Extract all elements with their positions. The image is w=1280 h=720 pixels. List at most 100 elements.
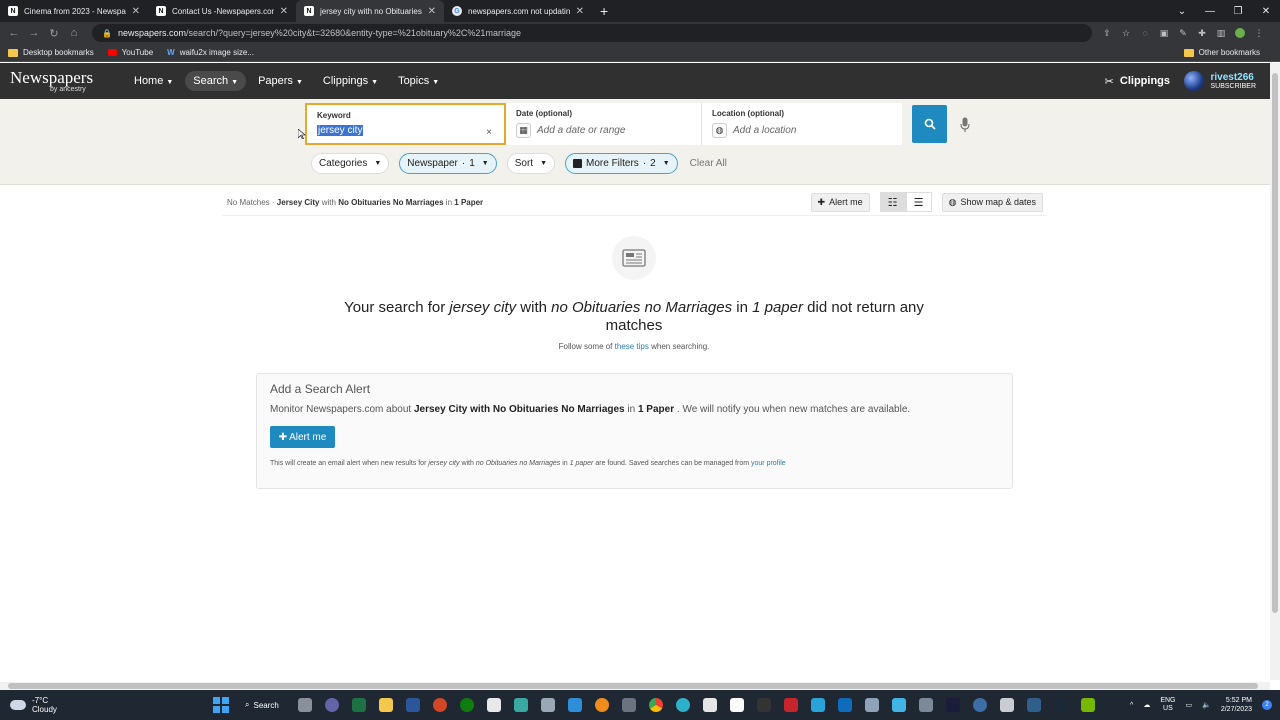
- tips-link[interactable]: these tips: [615, 342, 649, 351]
- app-icon[interactable]: [970, 695, 991, 715]
- profile-avatar-icon[interactable]: [1235, 28, 1245, 38]
- app-icon[interactable]: [835, 695, 856, 715]
- edge-icon[interactable]: [673, 695, 694, 715]
- language-indicator[interactable]: ENG US: [1160, 697, 1175, 713]
- vertical-scrollbar[interactable]: [1270, 63, 1280, 680]
- steam-icon[interactable]: [1051, 695, 1072, 715]
- scrollbar-thumb[interactable]: [8, 683, 1258, 689]
- reload-icon[interactable]: ↻: [44, 27, 64, 40]
- menu-home[interactable]: Home ▼: [126, 71, 181, 91]
- close-tab-icon[interactable]: ✕: [576, 6, 584, 17]
- clock[interactable]: 5:52 PM 2/27/2023: [1221, 696, 1252, 714]
- notepad-icon[interactable]: [484, 695, 505, 715]
- detailed-view-icon[interactable]: ☷: [879, 192, 906, 212]
- menu-kebab-icon[interactable]: ⋮: [1254, 28, 1264, 38]
- location-field[interactable]: Location (optional) ◍ Add a location: [702, 103, 902, 145]
- excel-icon[interactable]: [349, 695, 370, 715]
- menu-clippings[interactable]: Clippings ▼: [315, 71, 386, 91]
- location-input[interactable]: Add a location: [733, 125, 796, 136]
- other-bookmarks[interactable]: Other bookmarks: [1183, 48, 1260, 57]
- bookmark-desktop[interactable]: Desktop bookmarks: [8, 48, 94, 57]
- close-tab-icon[interactable]: ✕: [428, 6, 436, 17]
- address-bar[interactable]: 🔒 newspapers.com /search/?query=jersey%2…: [92, 24, 1092, 42]
- terminal-icon[interactable]: [943, 695, 964, 715]
- word-icon[interactable]: [403, 695, 424, 715]
- app-icon[interactable]: [1024, 695, 1045, 715]
- app-icon[interactable]: [889, 695, 910, 715]
- create-alert-button[interactable]: ✚ Alert me: [270, 426, 335, 448]
- menu-search[interactable]: Search ▼: [185, 71, 247, 91]
- show-map-dates-button[interactable]: ◍ Show map & dates: [941, 192, 1043, 212]
- new-tab-icon[interactable]: +: [600, 3, 608, 19]
- store-icon[interactable]: [700, 695, 721, 715]
- file-explorer-icon[interactable]: [376, 695, 397, 715]
- back-icon[interactable]: ←: [4, 27, 24, 39]
- close-tab-icon[interactable]: ✕: [132, 6, 140, 17]
- chevron-up-icon[interactable]: ^: [1130, 702, 1133, 709]
- weather-widget[interactable]: -7°C Cloudy: [10, 696, 57, 714]
- browser-tab-active[interactable]: N jersey city with no Obituaries no ✕: [296, 0, 444, 22]
- powerpoint-icon[interactable]: [430, 695, 451, 715]
- search-button[interactable]: [912, 105, 947, 143]
- document-icon[interactable]: [727, 695, 748, 715]
- profile-link[interactable]: your profile: [751, 460, 786, 467]
- browser-tab[interactable]: N Contact Us -Newspapers.com ✕: [148, 0, 296, 22]
- home-icon[interactable]: ⌂: [64, 27, 84, 39]
- calendar-icon[interactable]: ▦: [516, 123, 531, 138]
- extension-icon[interactable]: ▣: [1159, 28, 1169, 38]
- browser-tab[interactable]: N Cinema from 2023 - Newspapers ✕: [0, 0, 148, 22]
- teams-icon[interactable]: [322, 695, 343, 715]
- xbox-icon[interactable]: [457, 695, 478, 715]
- notification-badge[interactable]: 2: [1262, 700, 1272, 710]
- extensions-puzzle-icon[interactable]: ✚: [1197, 28, 1207, 38]
- close-tab-icon[interactable]: ✕: [280, 6, 288, 17]
- list-view-icon[interactable]: ☰: [905, 192, 932, 212]
- app-icon[interactable]: [997, 695, 1018, 715]
- date-input[interactable]: Add a date or range: [537, 125, 625, 136]
- app-icon[interactable]: [565, 695, 586, 715]
- app-icon[interactable]: [538, 695, 559, 715]
- onedrive-icon[interactable]: ☁: [1143, 701, 1150, 709]
- categories-filter[interactable]: Categories ▼: [311, 153, 390, 174]
- volume-icon[interactable]: 🔈: [1202, 701, 1211, 709]
- clear-keyword-icon[interactable]: ×: [486, 127, 492, 138]
- scrollbar-thumb[interactable]: [1272, 73, 1278, 613]
- app-icon[interactable]: [916, 695, 937, 715]
- date-field[interactable]: Date (optional) ▦ Add a date or range: [506, 103, 702, 145]
- app-icon[interactable]: [781, 695, 802, 715]
- app-icon[interactable]: [808, 695, 829, 715]
- windows-start-icon[interactable]: [213, 697, 229, 713]
- nvidia-icon[interactable]: [1078, 695, 1099, 715]
- more-filters-button[interactable]: More Filters · 2 ▼: [565, 153, 678, 174]
- extension-icon[interactable]: ◌: [1140, 28, 1150, 38]
- alert-me-button[interactable]: ✚ Alert me: [810, 192, 870, 212]
- keyword-field[interactable]: Keyword jersey city ×: [305, 103, 506, 145]
- newspapers-logo[interactable]: Newspapers by ancestry: [10, 69, 110, 93]
- globe-icon[interactable]: ◍: [712, 123, 727, 138]
- horizontal-scrollbar[interactable]: [0, 682, 1270, 690]
- app-icon[interactable]: [592, 695, 613, 715]
- share-icon[interactable]: ⇪: [1102, 28, 1112, 38]
- taskbar-search[interactable]: ⌕ Search: [235, 700, 289, 710]
- header-clippings-button[interactable]: ✂ Clippings: [1105, 75, 1170, 88]
- microphone-icon[interactable]: [958, 116, 972, 134]
- bookmark-youtube[interactable]: YouTube: [107, 48, 153, 57]
- bookmark-star-icon[interactable]: ☆: [1121, 28, 1131, 38]
- restore-icon[interactable]: ❐: [1224, 0, 1252, 22]
- keyword-input[interactable]: jersey city: [317, 125, 364, 136]
- extension-icon[interactable]: ✎: [1178, 28, 1188, 38]
- sidebar-icon[interactable]: ▥: [1216, 28, 1226, 38]
- menu-papers[interactable]: Papers ▼: [250, 71, 311, 91]
- tab-search-icon[interactable]: ⌄: [1168, 0, 1196, 22]
- task-view-icon[interactable]: [295, 695, 316, 715]
- app-icon[interactable]: [754, 695, 775, 715]
- browser-tab[interactable]: G newspapers.com not updating - ✕: [444, 0, 592, 22]
- menu-topics[interactable]: Topics ▼: [390, 71, 447, 91]
- app-icon[interactable]: [862, 695, 883, 715]
- clear-all-link[interactable]: Clear All: [690, 158, 727, 169]
- minimize-icon[interactable]: —: [1196, 0, 1224, 22]
- newspaper-filter[interactable]: Newspaper · 1 ▼: [399, 153, 497, 174]
- sort-filter[interactable]: Sort ▼: [506, 153, 556, 174]
- network-icon[interactable]: ▭: [1186, 701, 1193, 709]
- forward-icon[interactable]: →: [24, 27, 44, 39]
